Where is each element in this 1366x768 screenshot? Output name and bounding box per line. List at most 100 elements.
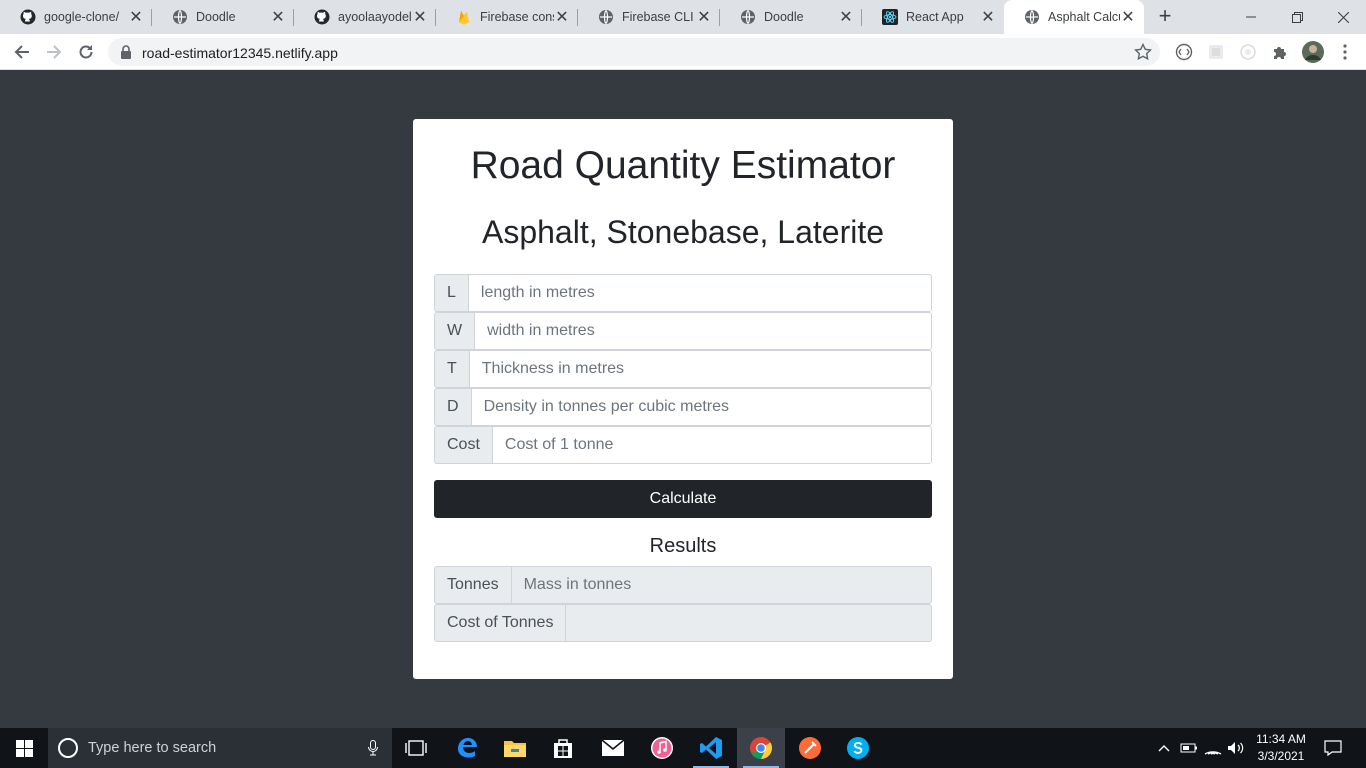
- taskbar-search-placeholder: Type here to search: [88, 740, 217, 756]
- browser-tab[interactable]: React App ✕: [862, 0, 1004, 34]
- back-arrow-icon[interactable]: [10, 40, 34, 64]
- width-input-group: W: [434, 312, 932, 350]
- windows-taskbar: Type here to search 11:34 AM 3/3/2021: [0, 728, 1366, 768]
- calculate-button[interactable]: Calculate: [434, 480, 932, 518]
- globe-icon: [599, 10, 613, 24]
- close-window-icon[interactable]: [1320, 0, 1366, 34]
- tab-title: Doodle: [764, 10, 804, 24]
- taskbar-clock[interactable]: 11:34 AM 3/3/2021: [1250, 731, 1312, 765]
- file-explorer-icon[interactable]: [491, 728, 539, 768]
- close-tab-icon[interactable]: ✕: [1120, 9, 1136, 26]
- thickness-input-group: T: [434, 350, 932, 388]
- vscode-icon[interactable]: [687, 728, 735, 768]
- extension-icon[interactable]: [1207, 43, 1225, 61]
- close-tab-icon[interactable]: ✕: [980, 9, 996, 26]
- close-tab-icon[interactable]: ✕: [412, 9, 428, 26]
- windows-start-icon[interactable]: [0, 728, 48, 768]
- cost-of-tonnes-addon-label: Cost of Tonnes: [434, 604, 566, 642]
- browser-tab[interactable]: Firebase CLI ✕: [578, 0, 720, 34]
- density-input-group: D: [434, 388, 932, 426]
- firebase-icon: [459, 10, 469, 25]
- edge-browser-icon[interactable]: [443, 728, 491, 768]
- puzzle-extensions-icon[interactable]: [1271, 43, 1289, 61]
- profile-avatar-icon[interactable]: [1302, 41, 1324, 63]
- taskbar-search-box[interactable]: Type here to search: [48, 728, 392, 768]
- reload-icon[interactable]: [74, 40, 98, 64]
- thickness-addon-label: T: [434, 350, 469, 388]
- url-text: road-estimator12345.netlify.app: [142, 45, 338, 61]
- tab-title: google-clone/: [44, 10, 120, 24]
- notifications-icon[interactable]: [1322, 728, 1344, 768]
- length-input[interactable]: [467, 274, 932, 312]
- close-tab-icon[interactable]: ✕: [270, 9, 286, 26]
- show-hidden-icons-chevron-icon[interactable]: [1156, 728, 1172, 768]
- page-title: Road Quantity Estimator: [470, 144, 896, 187]
- battery-icon[interactable]: [1180, 728, 1198, 768]
- close-tab-icon[interactable]: ✕: [696, 9, 712, 26]
- cost-of-tonnes-output: [565, 604, 932, 642]
- close-tab-icon[interactable]: ✕: [128, 9, 144, 26]
- browser-tab[interactable]: Firebase conso ✕: [436, 0, 578, 34]
- browser-tab[interactable]: Doodle ✕: [152, 0, 294, 34]
- wifi-icon[interactable]: [1204, 728, 1222, 768]
- cost-addon-label: Cost: [434, 426, 492, 464]
- tonnes-output: [510, 566, 932, 604]
- minimize-icon[interactable]: [1228, 0, 1274, 34]
- density-input[interactable]: [470, 388, 932, 426]
- length-input-group: L: [434, 274, 932, 312]
- task-view-icon[interactable]: [392, 728, 440, 768]
- close-tab-icon[interactable]: ✕: [554, 9, 570, 26]
- globe-icon: [173, 10, 187, 24]
- page-subtitle: Asphalt, Stonebase, Laterite: [481, 214, 885, 250]
- tab-title: ayoolaayodele: [338, 10, 412, 24]
- extension-icon[interactable]: [1239, 43, 1257, 61]
- menu-kebab-icon[interactable]: [1336, 43, 1354, 61]
- cortana-icon: [58, 738, 78, 758]
- react-icon: [882, 9, 898, 25]
- density-addon-label: D: [434, 388, 471, 426]
- browser-toolbar: road-estimator12345.netlify.app: [0, 34, 1366, 70]
- volume-icon[interactable]: [1227, 728, 1245, 768]
- lock-icon: [121, 45, 131, 59]
- tab-title: Firebase CLI: [622, 10, 694, 24]
- cost-input[interactable]: [491, 426, 932, 464]
- microsoft-store-icon[interactable]: [539, 728, 587, 768]
- tonnes-addon-label: Tonnes: [434, 566, 511, 604]
- cost-input-group: Cost: [434, 426, 932, 464]
- mail-icon[interactable]: [589, 728, 637, 768]
- close-tab-icon[interactable]: ✕: [838, 9, 854, 26]
- address-bar[interactable]: road-estimator12345.netlify.app: [108, 38, 1160, 66]
- clock-date: 3/3/2021: [1257, 749, 1305, 763]
- browser-tab[interactable]: ayoolaayodele ✕: [294, 0, 436, 34]
- browser-tab[interactable]: Doodle ✕: [720, 0, 862, 34]
- chrome-icon[interactable]: [737, 728, 785, 768]
- length-addon-label: L: [434, 274, 468, 312]
- tonnes-result-group: Tonnes: [434, 566, 932, 604]
- cost-of-tonnes-result-group: Cost of Tonnes: [434, 604, 932, 642]
- width-addon-label: W: [434, 312, 475, 350]
- skype-icon[interactable]: [834, 728, 882, 768]
- estimator-card: Road Quantity Estimator Asphalt, Stoneba…: [413, 119, 953, 679]
- restore-icon[interactable]: [1274, 0, 1320, 34]
- new-tab-icon[interactable]: +: [1154, 5, 1176, 28]
- tab-title: Firebase conso: [480, 10, 554, 24]
- forward-arrow-icon[interactable]: [42, 40, 66, 64]
- reader-extension-icon[interactable]: [1175, 43, 1193, 61]
- github-icon: [314, 9, 330, 25]
- itunes-icon[interactable]: [638, 728, 686, 768]
- thickness-input[interactable]: [468, 350, 932, 388]
- browser-tab-active[interactable]: Asphalt Calcul ✕: [1004, 0, 1144, 34]
- globe-icon: [741, 10, 755, 24]
- clock-time: 11:34 AM: [1256, 732, 1306, 746]
- tab-title: Asphalt Calcul: [1048, 10, 1120, 24]
- results-heading: Results: [649, 535, 717, 557]
- browser-tab[interactable]: google-clone/ ✕: [0, 0, 152, 34]
- tab-title: Doodle: [196, 10, 236, 24]
- postman-icon[interactable]: [786, 728, 834, 768]
- tab-title: React App: [906, 10, 964, 24]
- width-input[interactable]: [474, 312, 932, 350]
- globe-icon: [1025, 10, 1039, 24]
- bookmark-star-icon[interactable]: [1134, 43, 1152, 61]
- browser-tab-strip: google-clone/ ✕ Doodle ✕ ayoolaayodele ✕…: [0, 0, 1366, 34]
- microphone-icon[interactable]: [368, 740, 378, 756]
